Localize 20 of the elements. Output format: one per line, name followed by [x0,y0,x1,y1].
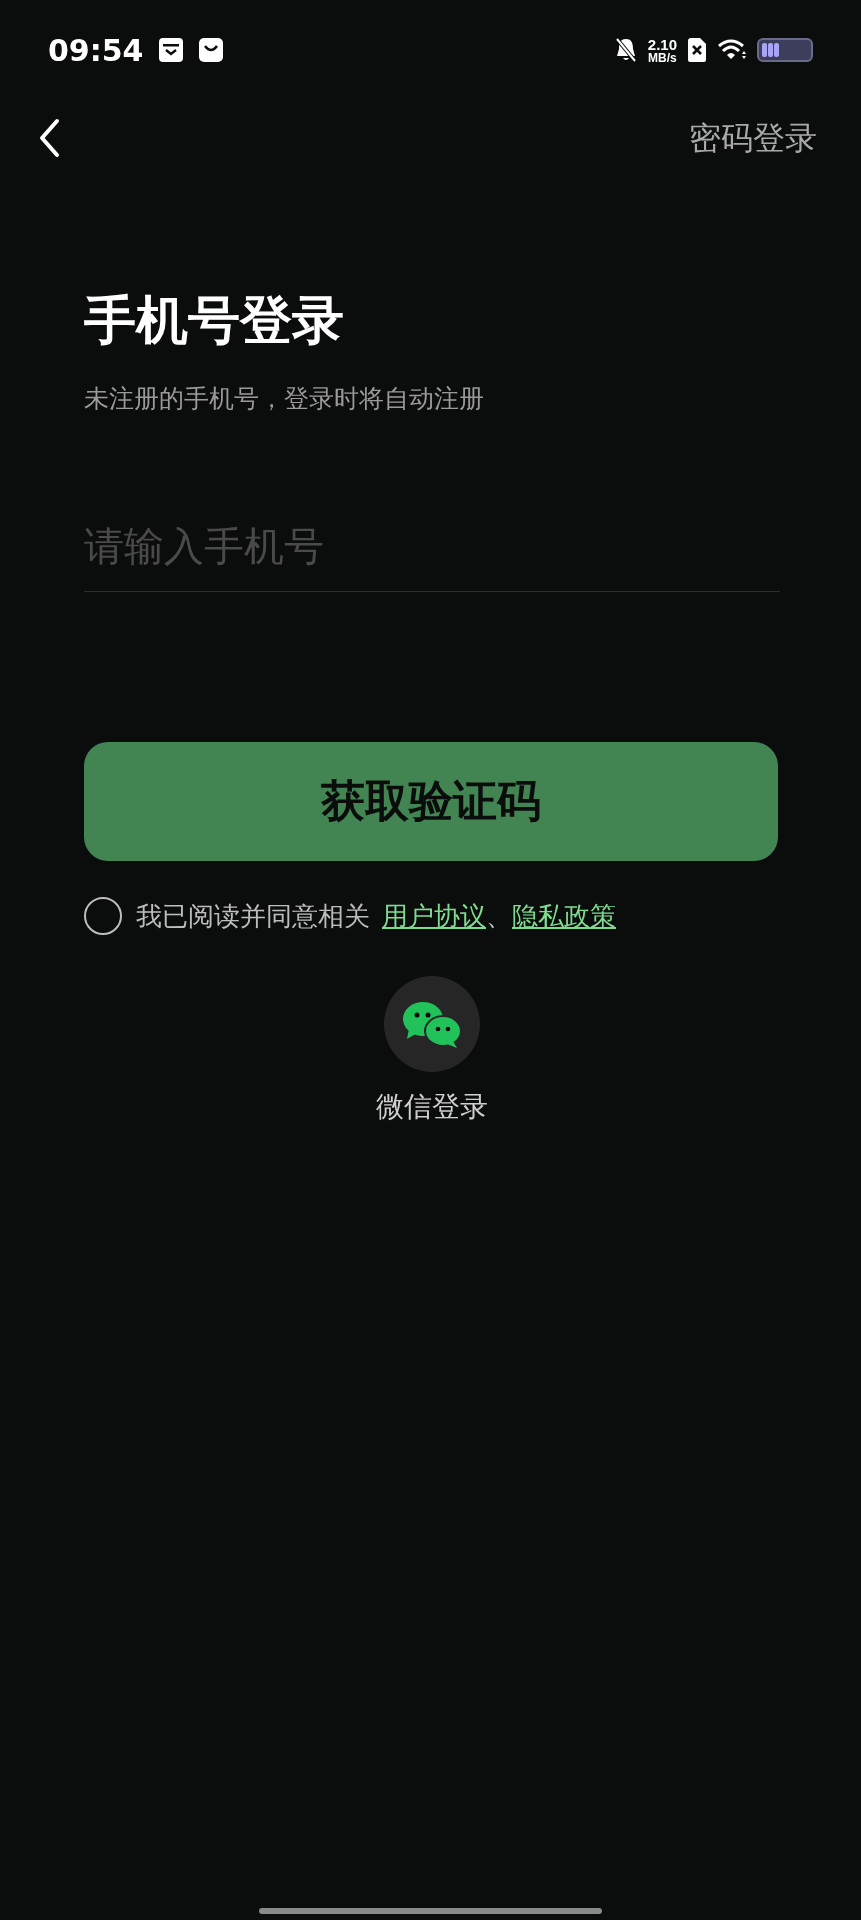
page-title: 手机号登录 [84,294,345,346]
user-agreement-link[interactable]: 用户协议 [382,896,486,936]
bell-muted-icon [613,37,638,63]
phone-input-field[interactable]: 请输入手机号 [84,501,780,592]
bag-icon [197,37,224,63]
network-speed-unit: MB/s [648,51,677,64]
password-login-link[interactable]: 密码登录 [689,114,817,162]
privacy-policy-link[interactable]: 隐私政策 [512,896,616,936]
separator-text: 、 [486,899,512,933]
wifi-icon [717,38,747,62]
page-subtitle: 未注册的手机号，登录时将自动注册 [84,383,485,414]
get-code-button[interactable]: 获取验证码 [84,741,778,861]
network-speed-value: 2.10 [647,36,677,52]
battery-icon [757,38,813,62]
agreement-checkbox[interactable] [84,897,122,935]
sim-card-icon [687,37,707,63]
archive-icon [157,37,184,63]
wechat-login-label: 微信登录 [375,1089,488,1124]
status-time: 09:54 [48,31,144,70]
agreement-text: 我已阅读并同意相关 [136,899,370,933]
